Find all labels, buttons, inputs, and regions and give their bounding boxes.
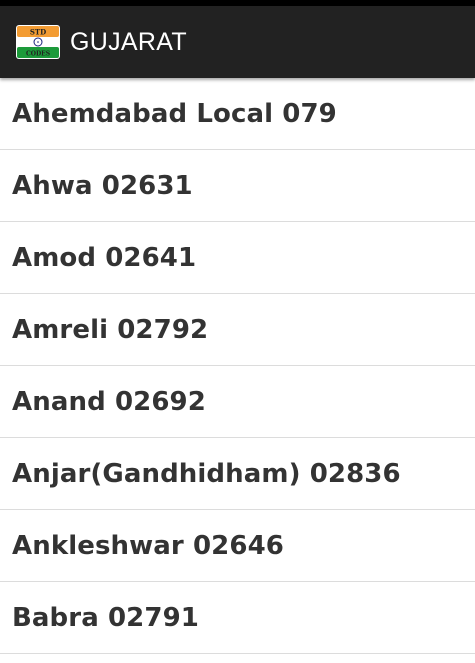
icon-text-top: STD xyxy=(30,28,46,37)
list-item-label: Amreli 02792 xyxy=(12,314,209,345)
list-item-label: Ahemdabad Local 079 xyxy=(12,98,337,129)
action-bar: STD CODES GUJARAT xyxy=(0,6,475,78)
list-item-label: Ankleshwar 02646 xyxy=(12,530,284,561)
page-title: GUJARAT xyxy=(70,27,187,56)
list-item[interactable]: Amod 02641 xyxy=(0,222,475,294)
list-item[interactable]: Ankleshwar 02646 xyxy=(0,510,475,582)
std-code-list: Ahemdabad Local 079 Ahwa 02631 Amod 0264… xyxy=(0,78,475,654)
list-item[interactable]: Amreli 02792 xyxy=(0,294,475,366)
list-item[interactable]: Anand 02692 xyxy=(0,366,475,438)
list-item-label: Amod 02641 xyxy=(12,242,197,273)
std-codes-flag-icon[interactable]: STD CODES xyxy=(16,25,60,59)
icon-text-bottom: CODES xyxy=(26,51,50,58)
list-item-label: Anjar(Gandhidham) 02836 xyxy=(12,458,401,489)
list-item[interactable]: Ahemdabad Local 079 xyxy=(0,78,475,150)
list-item[interactable]: Ahwa 02631 xyxy=(0,150,475,222)
list-item[interactable]: Babra 02791 xyxy=(0,582,475,654)
list-item[interactable]: Anjar(Gandhidham) 02836 xyxy=(0,438,475,510)
list-item-label: Anand 02692 xyxy=(12,386,206,417)
list-item-label: Ahwa 02631 xyxy=(12,170,193,201)
list-item-label: Babra 02791 xyxy=(12,602,199,633)
